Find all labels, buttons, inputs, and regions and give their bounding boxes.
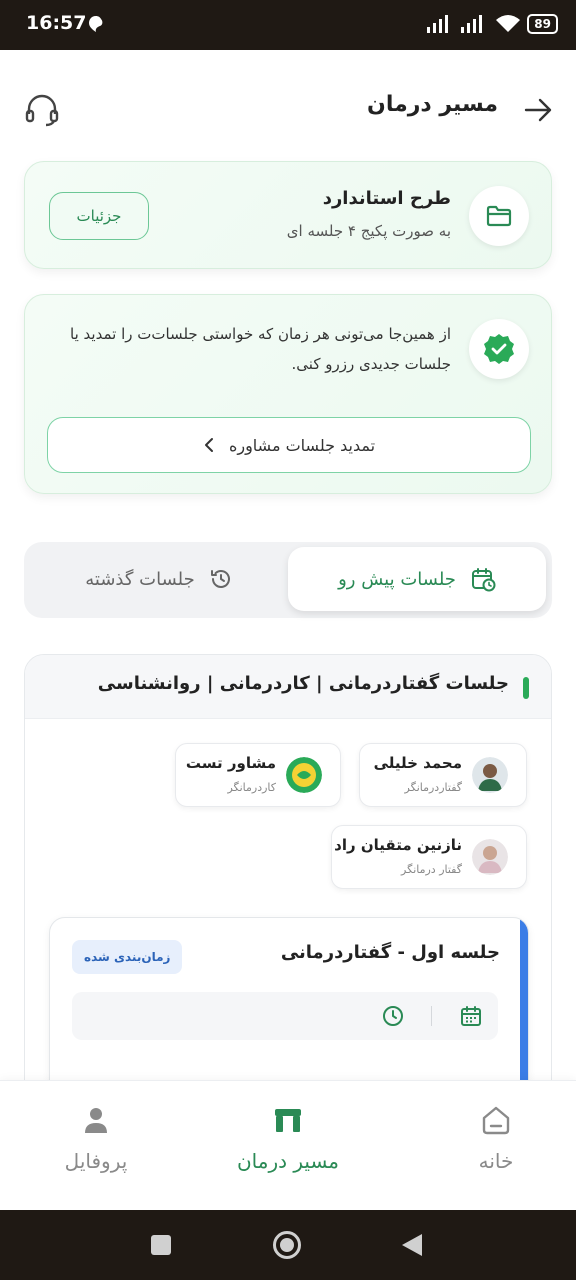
status-time: 16:57 — [26, 12, 87, 34]
details-button[interactable]: جزئیات — [49, 192, 149, 240]
verified-icon-circle — [469, 319, 529, 379]
profile-icon — [85, 1108, 107, 1133]
header: مسیر درمان — [0, 80, 576, 140]
tab-upcoming-label: جلسات پیش رو — [338, 568, 456, 590]
notification-icon — [89, 16, 103, 32]
therapist-role: کاردرمانگر — [227, 781, 276, 794]
page-title: مسیر درمان — [367, 92, 498, 117]
history-icon — [210, 570, 230, 588]
therapist-name: محمد خلیلی — [373, 754, 462, 772]
nav-item-home[interactable]: خانه — [416, 1103, 576, 1193]
back-arrow-icon[interactable] — [522, 94, 554, 126]
plan-title: طرح استاندارد — [322, 188, 451, 209]
avatar — [472, 839, 508, 875]
system-navigation-bar — [0, 1210, 576, 1280]
status-bar: 16:57 89 — [0, 0, 576, 50]
plan-subtitle: به صورت پکیج ۴ جلسه ای — [286, 222, 451, 240]
section-title: جلسات گفتاردرمانی | کاردرمانی | روانشناس… — [97, 673, 509, 694]
plan-card: طرح استاندارد به صورت پکیج ۴ جلسه ای جزئ… — [24, 161, 552, 269]
battery-indicator: 89 — [527, 14, 558, 34]
bottom-navigation: خانه مسیر درمان پروفایل — [0, 1080, 576, 1210]
info-text: از همین‌جا می‌تونی هر زمان که خواستی جلس… — [70, 325, 451, 373]
status-badge: زمان‌بندی شده — [72, 940, 183, 974]
extend-sessions-label: تمدید جلسات مشاوره — [228, 435, 376, 455]
section-header: جلسات گفتاردرمانی | کاردرمانی | روانشناس… — [25, 655, 551, 719]
session-meta — [72, 992, 498, 1040]
nav-label-profile: پروفایل — [64, 1149, 128, 1173]
signal-icon — [427, 15, 449, 33]
nav-item-profile[interactable]: پروفایل — [16, 1103, 176, 1193]
tab-past-label: جلسات گذشته — [85, 568, 195, 590]
therapist-card[interactable]: مشاور تست کاردرمانگر — [175, 743, 341, 807]
recents-icon[interactable] — [150, 1234, 172, 1256]
headset-icon[interactable] — [24, 92, 60, 128]
folder-icon — [486, 205, 512, 227]
app-screen: مسیر درمان طرح استاندارد به صورت پکیج ۴ … — [0, 50, 576, 1210]
avatar — [286, 757, 322, 793]
therapist-name: مشاور تست — [185, 754, 276, 772]
therapist-card[interactable]: محمد خلیلی گفتاردرمانگر — [359, 743, 527, 807]
tab-upcoming[interactable]: جلسات پیش رو — [288, 547, 546, 611]
therapist-role: گفتاردرمانگر — [404, 781, 462, 794]
verified-badge-icon — [484, 334, 514, 364]
section-indicator — [523, 677, 529, 699]
clock-icon — [383, 1006, 403, 1026]
meta-divider — [431, 1006, 432, 1026]
session-title: جلسه اول - گفتاردرمانی — [280, 942, 500, 963]
therapist-role: گفتار درمانگر — [401, 863, 462, 876]
calendar-icon — [461, 1006, 481, 1026]
signal-icon-2 — [461, 15, 483, 33]
home-icon — [482, 1106, 510, 1135]
folder-icon-circle — [469, 186, 529, 246]
therapist-card[interactable]: نازنین متقیان راد گفتار درمانگر — [331, 825, 527, 889]
info-card: از همین‌جا می‌تونی هر زمان که خواستی جلس… — [24, 294, 552, 494]
home-button-icon[interactable] — [272, 1230, 302, 1260]
nav-item-path[interactable]: مسیر درمان — [208, 1103, 368, 1193]
nav-label-home: خانه — [478, 1149, 514, 1173]
calendar-clock-icon — [471, 568, 496, 592]
path-icon — [275, 1109, 301, 1132]
session-tabs: جلسات پیش رو جلسات گذشته — [24, 542, 552, 618]
back-button-icon[interactable] — [400, 1232, 424, 1258]
wifi-icon — [496, 15, 521, 32]
tab-past[interactable]: جلسات گذشته — [30, 547, 288, 611]
avatar — [472, 757, 508, 793]
nav-label-path: مسیر درمان — [236, 1149, 340, 1173]
chevron-left-icon — [204, 438, 213, 452]
extend-sessions-button[interactable]: تمدید جلسات مشاوره — [47, 417, 531, 473]
therapist-name: نازنین متقیان راد — [334, 836, 462, 854]
